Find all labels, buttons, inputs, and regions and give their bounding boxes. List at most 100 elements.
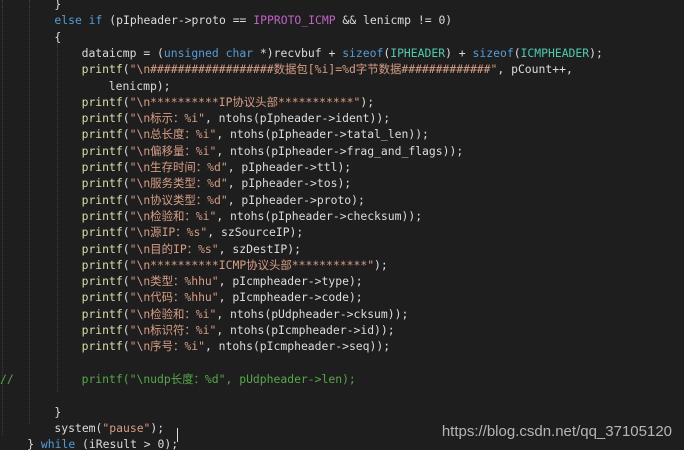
code-token: "\n服务类型：%d" — [129, 176, 228, 191]
code-line[interactable]: dataicmp = (unsigned char *)recvbuf + si… — [0, 45, 684, 61]
code-text: printf("\n##################数据包[%i]=%d字节… — [82, 61, 573, 77]
code-token: printf — [81, 143, 123, 158]
code-token: printf — [81, 192, 123, 207]
code-token: "\n目的IP：%s" — [129, 241, 219, 256]
code-token: printf — [81, 339, 123, 354]
code-line[interactable]: printf("\n类型：%hhu", pIcmpheader->type); — [0, 273, 684, 289]
code-token: , pCount++, — [497, 62, 573, 77]
code-line[interactable]: printf("\n服务类型：%d", pIpheader->tos); — [0, 175, 684, 191]
code-token: "\n代码：%hhu" — [129, 290, 219, 305]
code-token: ( — [122, 225, 130, 240]
code-token: printf — [81, 127, 123, 142]
code-line[interactable]: printf("\n源IP：%s", szSourceIP); — [0, 224, 684, 240]
watermark-url: https://blog.csdn.net/qq_37105120 — [441, 423, 672, 440]
code-token: "\n检验和：%i" — [129, 306, 217, 321]
code-token: ( — [122, 339, 130, 354]
code-line[interactable]: printf("\n**********ICMP协议头部***********"… — [0, 257, 684, 273]
code-line[interactable]: } — [0, 0, 684, 12]
code-token: sizeof — [342, 45, 384, 60]
code-token: , ntohs(pIcmpheader->seq)); — [204, 339, 391, 354]
code-token: ( — [122, 176, 130, 191]
code-token: printf — [81, 274, 123, 289]
code-text: } while (iResult > 0); — [27, 436, 178, 450]
code-token: "\n**********IP协议头部***********" — [129, 94, 361, 109]
code-text: printf("\n标识符：%i", ntohs(pIcmpheader->id… — [82, 322, 395, 338]
code-token: printf — [81, 290, 123, 305]
code-token: ( — [122, 323, 130, 337]
code-line[interactable] — [0, 355, 684, 371]
code-token: "\n标识符：%i" — [129, 323, 217, 337]
code-line[interactable]: printf("\n##################数据包[%i]=%d字节… — [0, 61, 684, 77]
code-token: *)recvbuf + — [253, 45, 343, 60]
code-token: printf — [81, 62, 123, 77]
code-token: ( — [122, 94, 130, 109]
code-token: ( — [122, 290, 130, 305]
code-text: printf("\n**********ICMP协议头部***********"… — [82, 257, 388, 273]
code-token: , ntohs(pIpheader->checksum)); — [216, 208, 423, 223]
code-token: "\n检验和：%i" — [129, 208, 217, 223]
code-token: { — [54, 29, 62, 44]
code-token: ( — [122, 257, 130, 272]
code-token: "\n##################数据包[%i]=%d字节数据#####… — [129, 62, 498, 77]
code-text: printf("\n类型：%hhu", pIcmpheader->type); — [82, 273, 363, 289]
code-text: printf("\n检验和：%i", ntohs(pIpheader->chec… — [82, 208, 422, 224]
code-token: ( — [122, 160, 130, 174]
code-token: "\n序号：%i" — [129, 339, 205, 354]
code-line[interactable]: printf("\n序号：%i", ntohs(pIcmpheader->seq… — [0, 338, 684, 354]
code-token: ( — [513, 45, 521, 60]
code-token: , pIpheader->tos); — [227, 176, 352, 191]
code-token: "\n协议类型：%d" — [129, 192, 228, 207]
code-line[interactable]: printf("\n生存时间：%d", pIpheader->ttl); — [0, 159, 684, 175]
code-token: printf — [81, 323, 123, 337]
code-line[interactable] — [0, 387, 684, 403]
code-text: lenicmp); — [109, 78, 171, 94]
code-token: ( — [122, 192, 130, 207]
code-text: system("pause"); — [54, 420, 164, 436]
code-line[interactable]: printf("\n偏移量：%i", ntohs(pIpheader->frag… — [0, 143, 684, 159]
code-editor[interactable]: } else if (pIpheader->proto == IPPROTO_IC… — [0, 0, 684, 450]
code-text: printf("\n偏移量：%i", ntohs(pIpheader->frag… — [82, 143, 464, 159]
code-line[interactable]: printf("\n检验和：%i", ntohs(pIpheader->chec… — [0, 208, 684, 224]
code-token: ); — [589, 45, 603, 60]
code-text: printf("\n源IP：%s", szSourceIP); — [82, 224, 304, 240]
code-token: printf — [81, 241, 123, 256]
comment-marker: // — [0, 371, 14, 386]
code-line[interactable]: lenicmp); — [0, 78, 684, 94]
code-line[interactable]: printf("\n标示：%i", ntohs(pIpheader->ident… — [0, 110, 684, 126]
code-line[interactable]: { — [0, 29, 684, 45]
code-text: { — [54, 29, 61, 45]
code-line[interactable]: printf("\n代码：%hhu", pIcmpheader->code); — [0, 289, 684, 305]
code-line[interactable]: printf("\n目的IP：%s", szDestIP); — [0, 241, 684, 257]
code-line[interactable]: printf("\n协议类型：%d", pIpheader->proto); — [0, 192, 684, 208]
code-token: ( — [122, 306, 130, 321]
code-text: dataicmp = (unsigned char *)recvbuf + si… — [82, 45, 603, 61]
code-token: ); — [360, 94, 375, 109]
code-token: , szSourceIP); — [207, 225, 304, 240]
code-token: system( — [54, 420, 103, 435]
code-token: "\n偏移量：%i" — [129, 143, 217, 158]
code-token: , pIpheader->proto); — [227, 192, 365, 207]
code-token: , ntohs(pIpheader->tatal_len)); — [216, 127, 429, 142]
code-text: printf("\n总长度：%i", ntohs(pIpheader->tata… — [82, 126, 429, 142]
code-line[interactable]: else if (pIpheader->proto == IPPROTO_ICM… — [0, 12, 684, 28]
code-token: , szDestIP); — [218, 241, 301, 256]
code-token: "\n标示：%i" — [129, 111, 205, 126]
code-token: ( — [122, 143, 130, 158]
code-line[interactable]: printf("\n总长度：%i", ntohs(pIpheader->tata… — [0, 126, 684, 142]
code-text: printf("\n协议类型：%d", pIpheader->proto); — [82, 192, 365, 208]
code-token: } — [54, 404, 62, 419]
code-token: , ntohs(pUdpheader->cksum)); — [216, 306, 409, 321]
code-text: printf("\n目的IP：%s", szDestIP); — [82, 241, 301, 257]
code-text: printf("\n代码：%hhu", pIcmpheader->code); — [82, 289, 363, 305]
code-token: printf — [81, 94, 123, 109]
code-token: dataicmp = ( — [81, 45, 164, 60]
text-caret — [177, 428, 178, 442]
code-token: , pIpheader->ttl); — [227, 160, 352, 174]
code-line[interactable]: printf("\n**********IP协议头部***********"); — [0, 94, 684, 110]
code-line[interactable]: printf("\n检验和：%i", ntohs(pUdpheader->cks… — [0, 306, 684, 322]
code-text: } — [54, 404, 61, 420]
code-line[interactable]: // printf("\nudp长度：%d", pUdpheader->len); — [0, 371, 684, 387]
code-line[interactable]: } — [0, 404, 684, 420]
code-token: printf("\nudp长度：%d", pUdpheader->len); — [81, 371, 356, 386]
code-line[interactable]: printf("\n标识符：%i", ntohs(pIcmpheader->id… — [0, 322, 684, 338]
